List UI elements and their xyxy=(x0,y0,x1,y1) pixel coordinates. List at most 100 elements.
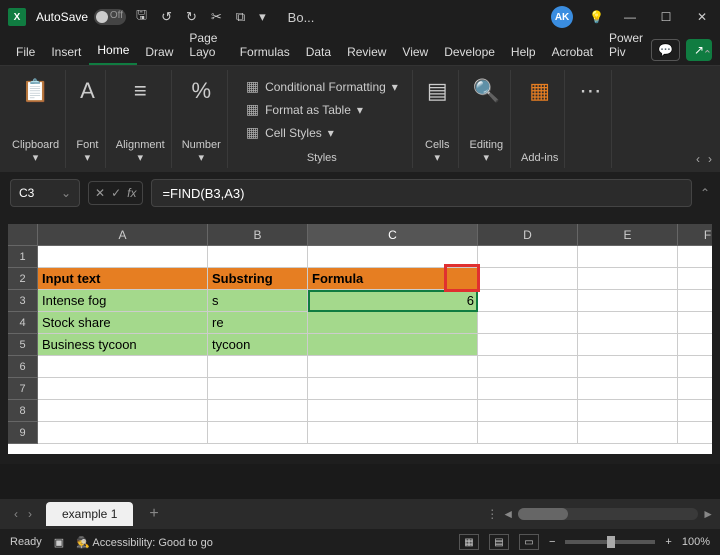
cell-d5[interactable] xyxy=(478,334,578,356)
row-header-8[interactable]: 8 xyxy=(8,400,38,422)
cell-b7[interactable] xyxy=(208,378,308,400)
cell-a5[interactable]: Business tycoon xyxy=(38,334,208,356)
chevron-down-icon[interactable]: ⌄ xyxy=(61,186,71,200)
cell-f1[interactable] xyxy=(678,246,712,268)
cell-b5[interactable]: tycoon xyxy=(208,334,308,356)
group-editing[interactable]: 🔍 Editing▾ xyxy=(463,70,511,168)
col-header-a[interactable]: A xyxy=(38,224,208,246)
cell-a4[interactable]: Stock share xyxy=(38,312,208,334)
macro-record-icon[interactable]: ▣ xyxy=(54,536,64,549)
zoom-level[interactable]: 100% xyxy=(682,536,710,548)
cell-a1[interactable] xyxy=(38,246,208,268)
cell-d6[interactable] xyxy=(478,356,578,378)
group-alignment[interactable]: ≡ Alignment▾ xyxy=(110,70,172,168)
cell-e1[interactable] xyxy=(578,246,678,268)
cell-c6[interactable] xyxy=(308,356,478,378)
col-header-f[interactable]: F xyxy=(678,224,712,246)
group-more[interactable]: ⋯ xyxy=(569,70,612,168)
cell-a9[interactable] xyxy=(38,422,208,444)
cell-c7[interactable] xyxy=(308,378,478,400)
cell-b9[interactable] xyxy=(208,422,308,444)
group-font[interactable]: A Font▾ xyxy=(70,70,106,168)
tab-developer[interactable]: Develope xyxy=(436,39,503,65)
minimize-button[interactable]: — xyxy=(620,7,640,27)
row-header-6[interactable]: 6 xyxy=(8,356,38,378)
cell-c9[interactable] xyxy=(308,422,478,444)
autosave-toggle[interactable]: Off xyxy=(94,9,126,25)
cell-f3[interactable] xyxy=(678,290,712,312)
copy-icon[interactable]: ⧉ xyxy=(236,9,245,25)
cell-b1[interactable] xyxy=(208,246,308,268)
cell-f5[interactable] xyxy=(678,334,712,356)
cell-e5[interactable] xyxy=(578,334,678,356)
group-cells[interactable]: ▤ Cells▾ xyxy=(417,70,459,168)
ribbon-scroll-left-icon[interactable]: ‹ xyxy=(696,152,700,166)
cell-e7[interactable] xyxy=(578,378,678,400)
sheet-next-icon[interactable]: › xyxy=(28,507,32,521)
avatar[interactable]: AK xyxy=(551,6,573,28)
col-header-b[interactable]: B xyxy=(208,224,308,246)
cell-a3[interactable]: Intense fog xyxy=(38,290,208,312)
zoom-in-button[interactable]: + xyxy=(665,536,671,548)
view-normal-button[interactable]: ▦ xyxy=(459,534,479,550)
view-pagelayout-button[interactable]: ▤ xyxy=(489,534,509,550)
tab-home[interactable]: Home xyxy=(89,37,137,65)
cell-f4[interactable] xyxy=(678,312,712,334)
cut-icon[interactable]: ✂ xyxy=(211,9,222,25)
cell-c8[interactable] xyxy=(308,400,478,422)
cell-d3[interactable] xyxy=(478,290,578,312)
cell-d4[interactable] xyxy=(478,312,578,334)
cell-f2[interactable] xyxy=(678,268,712,290)
row-header-7[interactable]: 7 xyxy=(8,378,38,400)
cell-d8[interactable] xyxy=(478,400,578,422)
col-header-e[interactable]: E xyxy=(578,224,678,246)
cell-c2[interactable]: Formula xyxy=(308,268,478,290)
hscroll-left-icon[interactable]: ◄ xyxy=(502,507,514,521)
fx-icon[interactable]: fx xyxy=(127,186,136,200)
cell-a8[interactable] xyxy=(38,400,208,422)
row-header-5[interactable]: 5 xyxy=(8,334,38,356)
cell-styles-button[interactable]: ▦Cell Styles ▾ xyxy=(246,124,398,141)
cell-f7[interactable] xyxy=(678,378,712,400)
cell-e4[interactable] xyxy=(578,312,678,334)
tab-formulas[interactable]: Formulas xyxy=(232,39,298,65)
cell-e9[interactable] xyxy=(578,422,678,444)
name-box[interactable]: C3 ⌄ xyxy=(10,179,80,207)
cell-b2[interactable]: Substring xyxy=(208,268,308,290)
formula-expand-icon[interactable]: ⌃ xyxy=(700,186,710,200)
view-pagebreak-button[interactable]: ▭ xyxy=(519,534,539,550)
cancel-formula-icon[interactable]: ✕ xyxy=(95,186,105,200)
hscroll-track[interactable] xyxy=(518,508,698,520)
group-number[interactable]: % Number▾ xyxy=(176,70,228,168)
sheet-prev-icon[interactable]: ‹ xyxy=(14,507,18,521)
hscroll-thumb[interactable] xyxy=(518,508,568,520)
hscroll-right-icon[interactable]: ► xyxy=(702,507,714,521)
comments-button[interactable]: 💬 xyxy=(651,39,680,61)
col-header-d[interactable]: D xyxy=(478,224,578,246)
cell-e3[interactable] xyxy=(578,290,678,312)
row-header-4[interactable]: 4 xyxy=(8,312,38,334)
group-addins[interactable]: ▦ Add-ins xyxy=(515,70,565,168)
row-header-9[interactable]: 9 xyxy=(8,422,38,444)
cell-a7[interactable] xyxy=(38,378,208,400)
cell-d1[interactable] xyxy=(478,246,578,268)
tab-insert[interactable]: Insert xyxy=(43,39,89,65)
cell-b6[interactable] xyxy=(208,356,308,378)
cell-e6[interactable] xyxy=(578,356,678,378)
cell-f8[interactable] xyxy=(678,400,712,422)
tab-help[interactable]: Help xyxy=(503,39,544,65)
cell-c4[interactable] xyxy=(308,312,478,334)
tab-acrobat[interactable]: Acrobat xyxy=(544,39,601,65)
cell-e8[interactable] xyxy=(578,400,678,422)
cell-d2[interactable] xyxy=(478,268,578,290)
cell-a6[interactable] xyxy=(38,356,208,378)
accessibility-status[interactable]: 🕵 Accessibility: Good to go xyxy=(76,536,213,549)
row-header-2[interactable]: 2 xyxy=(8,268,38,290)
row-header-3[interactable]: 3 xyxy=(8,290,38,312)
add-sheet-button[interactable]: + xyxy=(139,505,168,523)
cell-c3[interactable]: 6 xyxy=(308,290,478,312)
cell-d9[interactable] xyxy=(478,422,578,444)
tab-file[interactable]: File xyxy=(8,39,43,65)
zoom-out-button[interactable]: − xyxy=(549,536,555,548)
cell-f6[interactable] xyxy=(678,356,712,378)
